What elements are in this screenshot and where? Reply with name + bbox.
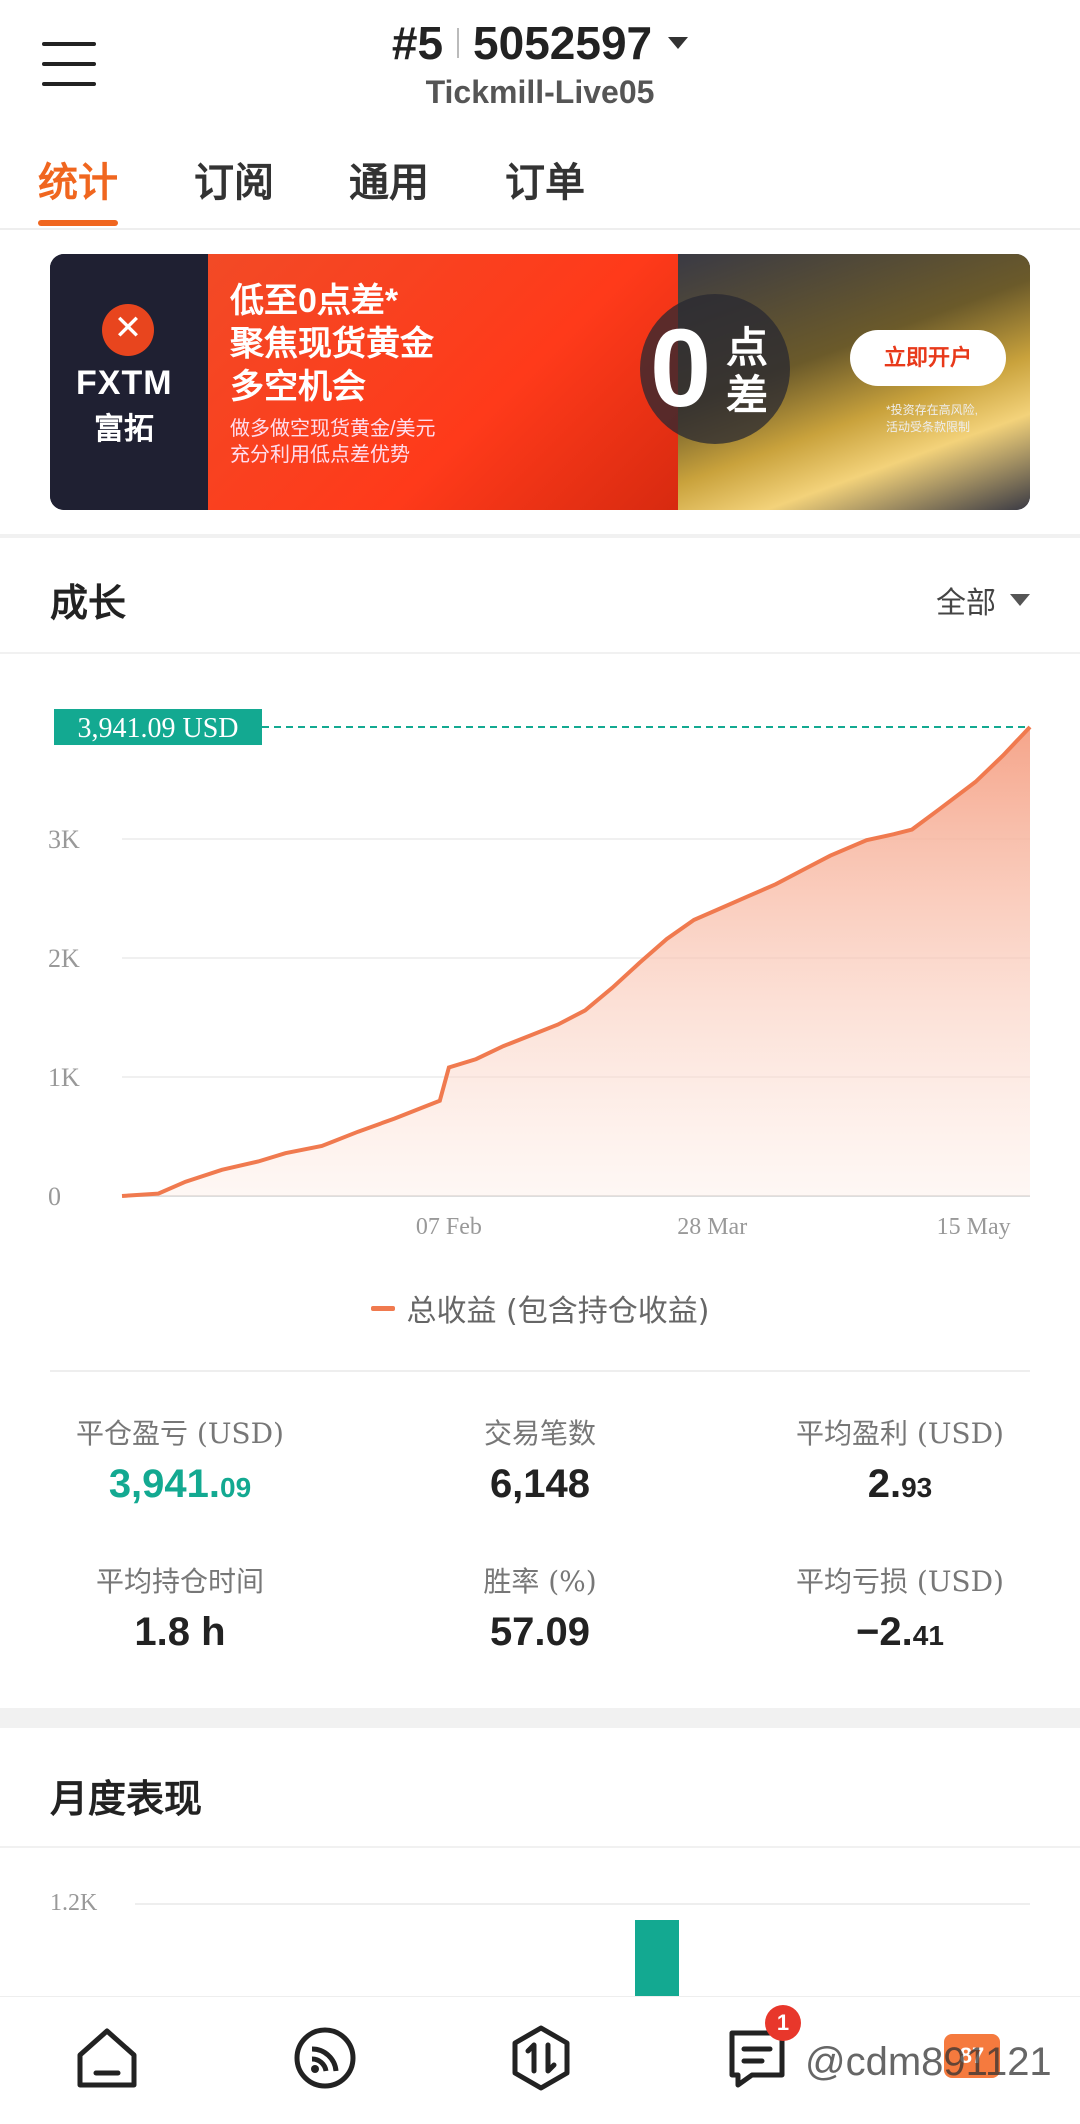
stat-label: 平均盈利 (USD): [796, 1417, 1004, 1450]
stat-label: 胜率 (%): [483, 1565, 597, 1598]
stat-value-int: −2.: [856, 1610, 913, 1654]
stat-value-dec: 41: [912, 1620, 944, 1651]
section-divider: [0, 1708, 1080, 1728]
stats-divider: [50, 1370, 1030, 1372]
trade-icon[interactable]: [506, 2023, 576, 2093]
signal-feed-icon[interactable]: [290, 2023, 360, 2093]
growth-title: 成长: [50, 581, 127, 625]
banner-promo-panel: 低至0点差* 聚焦现货黄金 多空机会 做多做空现货黄金/美元 充分利用低点差优势: [208, 254, 678, 510]
stat-value-dec: 09: [220, 1472, 252, 1503]
stat-value-int: 3,941.: [108, 1462, 221, 1506]
stat-win-rate: 胜率 (%) 57.09: [360, 1560, 720, 1655]
stat-label: 平均持仓时间: [95, 1565, 264, 1598]
banner-brand-panel: FXTM 富拓: [50, 254, 208, 510]
notification-badge: 1: [765, 2005, 801, 2041]
monthly-y-tick: 1.2K: [50, 1890, 98, 1916]
risk-disclaimer: *投资存在高风险, 活动受条款限制: [886, 402, 978, 436]
tab-bar: 统计 订阅 通用 订单: [0, 140, 1080, 230]
brand-name: FXTM: [76, 364, 173, 402]
stat-value-int: 2.: [867, 1462, 902, 1506]
legend-swatch: [370, 1305, 395, 1311]
stat-value: 2.93: [720, 1462, 1080, 1507]
zero-spread-label: 点 差: [726, 324, 768, 420]
growth-header-divider: [0, 652, 1080, 654]
banner-headline-1: 低至0点差*: [230, 282, 399, 320]
stat-label: 平仓盈亏 (USD): [76, 1417, 284, 1450]
chevron-down-icon: [668, 37, 689, 49]
risk-line-1: *投资存在高风险,: [886, 403, 979, 417]
stat-value-dec: 93: [901, 1472, 933, 1503]
ad-banner[interactable]: FXTM 富拓 低至0点差* 聚焦现货黄金 多空机会 做多做空现货黄金/美元 充…: [50, 254, 1030, 510]
stat-value: 57.09: [489, 1610, 591, 1654]
banner-subtext: 做多做空现货黄金/美元 充分利用低点差优势: [230, 416, 436, 468]
chevron-down-icon: [1010, 594, 1030, 606]
top-bar: #5 5052597 Tickmill-Live05: [0, 0, 1080, 128]
zero-label-2: 差: [726, 372, 769, 419]
growth-area: [122, 727, 1030, 1196]
monthly-bar[interactable]: [635, 1920, 679, 1996]
account-prefix: #5: [391, 17, 444, 69]
stat-closed-pl: 平仓盈亏 (USD) 3,941.09: [0, 1412, 360, 1507]
monthly-title: 月度表现: [50, 1777, 203, 1821]
server-name: Tickmill-Live05: [425, 74, 655, 110]
stat-value: 6,148: [489, 1462, 591, 1506]
y-tick-label: 1K: [48, 1063, 80, 1092]
tab-stats[interactable]: 统计: [38, 150, 118, 208]
period-filter-value: 全部: [936, 586, 996, 621]
active-tab-indicator: [38, 220, 118, 226]
y-tick-label: 0: [48, 1182, 61, 1211]
x-tick-label: 15 May: [937, 1214, 1011, 1240]
y-tick-label: 2K: [48, 944, 80, 973]
account-number: 5052597: [473, 17, 653, 69]
stat-trade-count: 交易笔数 6,148: [360, 1412, 720, 1507]
stat-value: 3,941.09: [0, 1462, 360, 1507]
fxtm-logo-icon: [102, 304, 154, 356]
tab-subscribe[interactable]: 订阅: [194, 150, 274, 208]
account-separator: [457, 28, 460, 58]
section-divider: [0, 534, 1080, 538]
stat-value: 1.8 h: [134, 1610, 226, 1654]
period-filter-dropdown[interactable]: 全部: [936, 578, 1030, 622]
zero-label-1: 点: [726, 324, 769, 371]
stat-label: 交易笔数: [483, 1417, 596, 1450]
watermark-text: @cdm891121: [805, 2040, 1052, 2084]
banner-headline-2: 聚焦现货黄金: [230, 325, 434, 363]
current-value-label: 3,941.09 USD: [77, 713, 238, 744]
tab-general[interactable]: 通用: [349, 150, 429, 208]
x-tick-label: 07 Feb: [416, 1214, 482, 1240]
home-icon[interactable]: [72, 2023, 142, 2093]
stat-avg-hold-time: 平均持仓时间 1.8 h: [0, 1560, 360, 1655]
account-selector[interactable]: #5 5052597 Tickmill-Live05: [0, 16, 1080, 111]
stat-value: −2.41: [720, 1610, 1080, 1655]
stat-label: 平均亏损 (USD): [796, 1565, 1004, 1598]
stat-avg-profit: 平均盈利 (USD) 2.93: [720, 1412, 1080, 1507]
x-tick-label: 28 Mar: [677, 1214, 747, 1240]
monthly-chart[interactable]: 1.2K: [0, 1848, 1080, 1996]
risk-line-2: 活动受条款限制: [886, 420, 971, 434]
banner-sub-2: 充分利用低点差优势: [230, 444, 410, 466]
banner-headline-3: 多空机会: [230, 368, 366, 406]
chart-legend[interactable]: 总收益 (包含持仓收益): [0, 1286, 1080, 1330]
growth-chart[interactable]: 3,941.09 USD 0 1K 2K 3K 07 Feb 28 Mar 15 May: [0, 680, 1080, 1260]
legend-label: 总收益 (包含持仓收益): [406, 1294, 710, 1329]
stat-avg-loss: 平均亏损 (USD) −2.41: [720, 1560, 1080, 1655]
tab-orders[interactable]: 订单: [505, 150, 585, 208]
zero-spread-number: 0: [650, 307, 712, 430]
y-tick-label: 3K: [48, 825, 80, 854]
brand-name-cn: 富拓: [94, 413, 154, 446]
banner-sub-1: 做多做空现货黄金/美元: [230, 418, 436, 440]
banner-headline: 低至0点差* 聚焦现货黄金 多空机会: [230, 280, 434, 409]
open-account-button[interactable]: 立即开户: [850, 330, 1006, 386]
